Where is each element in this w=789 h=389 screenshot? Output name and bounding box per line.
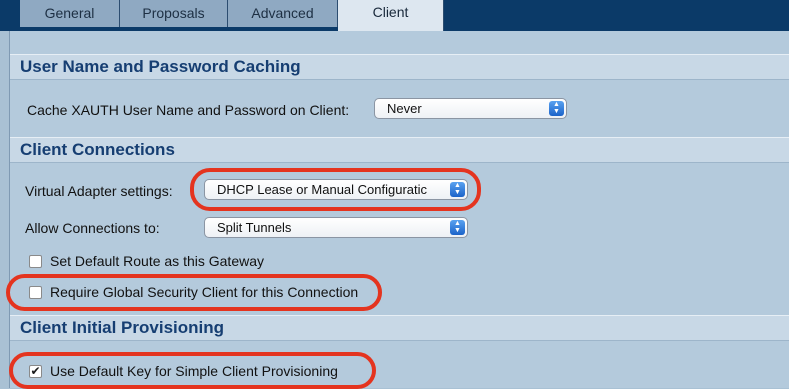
virtual-adapter-label: Virtual Adapter settings:	[25, 183, 173, 199]
default-route-label: Set Default Route as this Gateway	[50, 253, 264, 269]
default-route-checkbox[interactable]	[29, 255, 42, 268]
updown-chevron-icon: ▲ ▼	[450, 220, 465, 235]
tab-advanced[interactable]: Advanced	[228, 0, 338, 27]
client-settings-panel: User Name and Password Caching Cache XAU…	[6, 31, 789, 389]
require-gsc-checkbox[interactable]	[29, 286, 42, 299]
virtual-adapter-value: DHCP Lease or Manual Configuratic	[217, 182, 428, 197]
section-title-provisioning: Client Initial Provisioning	[20, 318, 225, 337]
section-header-caching: User Name and Password Caching	[10, 54, 789, 80]
tab-proposals[interactable]: Proposals	[120, 0, 228, 27]
tab-client[interactable]: Client	[338, 0, 444, 31]
updown-chevron-icon: ▲ ▼	[450, 182, 465, 197]
updown-chevron-icon: ▲ ▼	[549, 101, 564, 116]
cache-xauth-value: Never	[387, 101, 422, 116]
allow-connections-select[interactable]: Split Tunnels ▲ ▼	[204, 217, 468, 238]
section-title-caching: User Name and Password Caching	[20, 57, 301, 76]
virtual-adapter-select[interactable]: DHCP Lease or Manual Configuratic ▲ ▼	[204, 179, 468, 200]
default-key-label: Use Default Key for Simple Client Provis…	[50, 363, 338, 379]
require-gsc-label: Require Global Security Client for this …	[50, 284, 359, 300]
section-title-connections: Client Connections	[20, 140, 175, 159]
section-header-connections: Client Connections	[10, 137, 789, 163]
cache-xauth-select[interactable]: Never ▲ ▼	[374, 98, 567, 119]
cache-xauth-label: Cache XAUTH User Name and Password on Cl…	[27, 102, 350, 118]
checkmark-icon: ✔	[30, 364, 41, 378]
section-header-provisioning: Client Initial Provisioning	[10, 315, 789, 341]
tab-bar: General Proposals Advanced Client	[0, 0, 789, 31]
tab-general[interactable]: General	[20, 0, 120, 27]
default-key-checkbox[interactable]: ✔	[29, 365, 42, 378]
allow-connections-label: Allow Connections to:	[25, 220, 160, 236]
allow-connections-value: Split Tunnels	[217, 220, 292, 235]
